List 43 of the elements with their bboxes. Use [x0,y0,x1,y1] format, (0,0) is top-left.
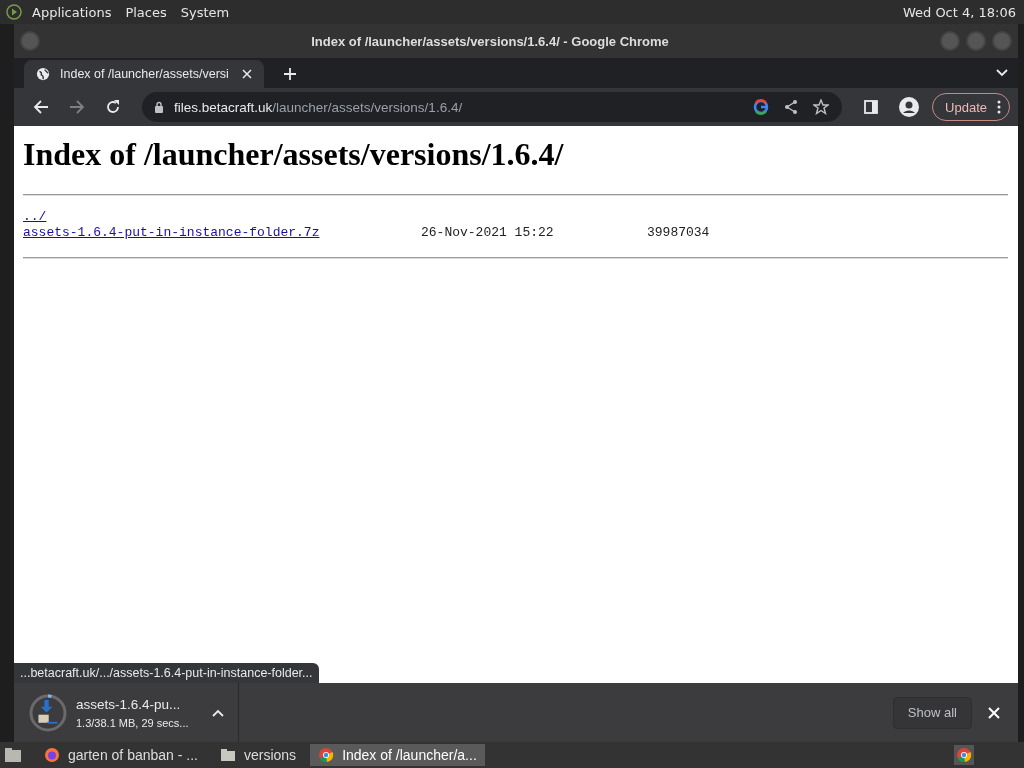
file-link[interactable]: ../ [23,209,421,225]
download-size-and-time: 1.3/38.1 MB, 29 secs... [76,716,190,729]
share-icon[interactable] [783,99,800,115]
file-link[interactable]: assets-1.6.4-put-in-instance-folder.7z [23,225,421,241]
panel-menu[interactable]: Places [125,4,167,20]
status-bubble: ...betacraft.uk/.../assets-1.6.4-put-in-instance-folder... [14,663,319,683]
more-icon [997,100,1001,114]
chrome-icon [318,747,335,763]
chrome-icon[interactable] [954,745,974,765]
show-desktop-icon[interactable] [4,747,22,763]
taskbar-item[interactable]: versions [212,744,305,766]
distro-logo-icon[interactable] [6,4,22,20]
taskbar-item[interactable]: garten of banban - ... [36,744,206,766]
browser-tab[interactable]: Index of /launcher/assets/versi [24,60,264,88]
close-icon[interactable] [988,706,1000,719]
window-title: Index of /launcher/assets/versions/1.6.4/ - Google Chrome [310,33,670,49]
caret-icon[interactable] [212,708,224,717]
show-all-button[interactable]: Show all [892,696,972,729]
profile-avatar-icon[interactable] [899,97,920,117]
update-button[interactable]: Update [932,93,1010,121]
back-icon[interactable] [33,99,49,115]
page-heading: Index of /launcher/assets/versions/1.6.4/ [23,136,565,173]
google-lens-icon[interactable] [753,99,770,115]
download-filename[interactable]: assets-1.6.4-pu... [76,696,192,712]
folder-icon [220,747,236,763]
panel-menu[interactable]: Applications [32,4,112,20]
lock-icon [154,101,164,113]
bookmark-star-icon[interactable] [813,99,830,115]
firefox-icon [44,747,60,763]
clock[interactable]: Wed Oct 4, 18:06 [902,4,1016,20]
address-bar[interactable]: files.betacraft.uk/launcher/assets/versions/1.6.4/ [142,92,843,122]
side-panel-icon[interactable] [863,99,880,115]
reload-icon[interactable] [105,99,121,115]
new-tab-icon[interactable] [284,68,296,80]
download-file-icon [37,699,59,725]
close-tab-icon[interactable] [242,69,252,79]
file-date: 26-Nov-2021 15:22 [421,225,555,241]
taskbar-item[interactable]: Index of /launcher/a... [310,744,485,766]
panel-menu[interactable]: System [180,4,230,20]
globe-icon [36,67,50,81]
forward-icon[interactable] [69,99,85,115]
file-size: 39987034 [647,225,710,241]
tab-search-icon[interactable] [996,69,1008,77]
